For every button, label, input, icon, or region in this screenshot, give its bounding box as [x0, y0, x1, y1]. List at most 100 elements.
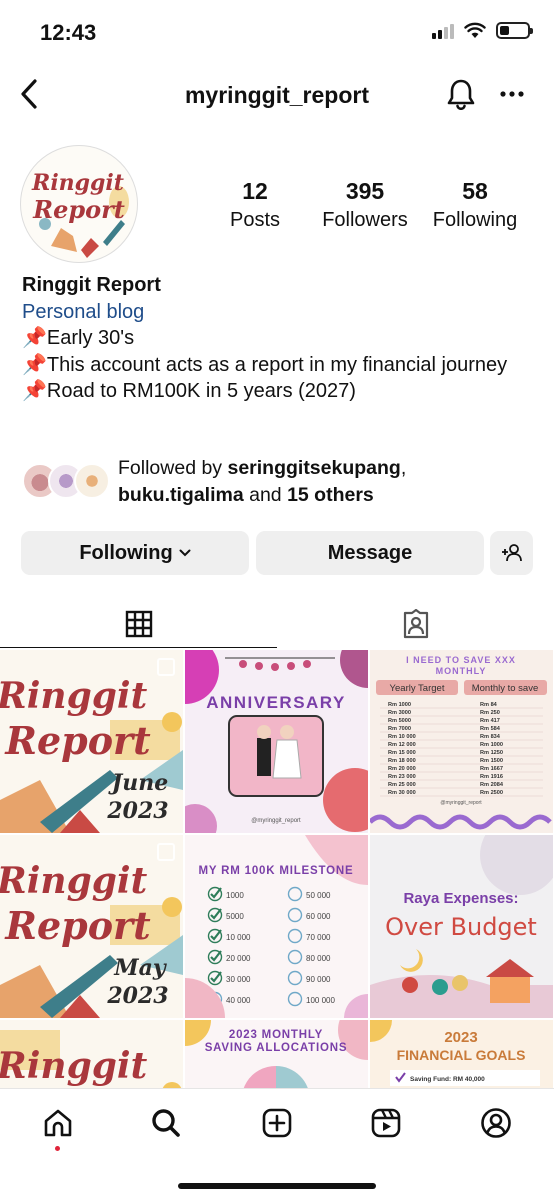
tagged-person-icon [403, 609, 428, 639]
post-thumbnail[interactable]: I NEED TO SAVE XXX MONTHLY Yearly Target… [370, 650, 553, 833]
table-cell: Rm 417 [480, 718, 500, 724]
followers-stat[interactable]: 395 Followers [310, 178, 420, 232]
checkmark-icon [210, 887, 222, 899]
post-thumbnail[interactable]: Ringgit Report June 2023 [0, 650, 183, 833]
checkbox-icon [287, 970, 303, 986]
nav-reels[interactable] [366, 1103, 406, 1143]
post-text: MONTHLY [436, 666, 487, 676]
post-graphic: ANNIVERSARY @myringgit_report [185, 650, 368, 833]
profile-actions: Following Message [21, 531, 533, 575]
tab-tagged[interactable] [277, 600, 554, 648]
checkmark-icon [210, 908, 222, 920]
table-cell: Rm 250 [480, 710, 500, 716]
message-button[interactable]: Message [256, 531, 484, 575]
post-thumbnail[interactable]: MY RM 100K MILESTONE 1000 5000 10 000 20 00… [185, 835, 368, 1018]
profile-icon [481, 1108, 511, 1138]
milestone-value: 80 000 [306, 954, 331, 963]
nav-home[interactable] [38, 1103, 78, 1143]
checkmark-icon [210, 929, 222, 941]
post-text: Ringgit [0, 1045, 148, 1087]
post-text: SAVING ALLOCATIONS [205, 1042, 348, 1054]
add-person-icon [501, 544, 522, 562]
milestone-value: 90 000 [306, 975, 331, 984]
post-thumbnail[interactable]: Ringgit Report May 2023 [0, 835, 183, 1018]
table-cell: Rm 2084 [480, 782, 504, 788]
checkbox-icon [287, 991, 303, 1007]
followed-by-and: and [243, 484, 288, 506]
tab-posts-grid[interactable] [0, 600, 277, 648]
followed-by-prefix: Followed by [118, 457, 228, 479]
table-cell: Rm 2500 [480, 790, 503, 796]
profile-avatar[interactable]: Ringgit Report [20, 145, 138, 263]
post-graphic: 2023 FINANCIAL GOALS Saving Fund: RM 40,… [370, 1020, 540, 1086]
table-cell: Rm 23 000 [388, 774, 416, 780]
milestone-value: 20 000 [226, 954, 251, 963]
post-thumbnail[interactable]: 2023 MONTHLY SAVING ALLOCATIONS [185, 1020, 368, 1090]
mutual-user-link[interactable]: buku.tigalima [118, 484, 244, 506]
suggested-users-button[interactable] [490, 531, 533, 575]
checkmark-icon [210, 950, 222, 962]
mutual-avatars [22, 463, 110, 501]
checkmark-icon [210, 971, 222, 983]
nav-profile[interactable] [476, 1103, 516, 1143]
posts-grid: Ringgit Report June 2023 ANNIVERSARY @my… [0, 650, 554, 1090]
following-count: 58 [462, 178, 488, 204]
milestone-value: 70 000 [306, 933, 331, 942]
followed-by[interactable]: Followed by seringgitsekupang, buku.tiga… [22, 455, 532, 511]
carousel-icon [157, 843, 175, 861]
following-button[interactable]: Following [21, 531, 249, 575]
post-text: Raya Expenses: [403, 890, 518, 907]
post-text: I NEED TO SAVE XXX [406, 655, 516, 665]
more-horizontal-icon [500, 91, 524, 97]
status-bar: 12:43 [0, 0, 554, 62]
table-cell: Rm 20 000 [388, 766, 416, 772]
nav-create[interactable] [257, 1103, 297, 1143]
post-text: FINANCIAL GOALS [397, 1047, 526, 1063]
cellular-signal-icon [432, 23, 454, 39]
table-cell: Rm 30 000 [388, 790, 416, 796]
home-indicator[interactable] [178, 1183, 376, 1189]
status-icons [432, 22, 533, 39]
milestone-value: 50 000 [306, 891, 331, 900]
mutual-avatar [74, 463, 110, 499]
nav-search[interactable] [146, 1103, 186, 1143]
post-text: Over Budget [385, 913, 537, 941]
checkbox-icon [287, 949, 303, 965]
posts-stat[interactable]: 12 Posts [200, 178, 310, 232]
checkbox-icon [287, 907, 303, 923]
post-text: Monthly to save [472, 683, 539, 694]
post-graphic: MY RM 100K MILESTONE 1000 5000 10 000 20 00… [185, 835, 368, 1018]
following-button-label: Following [79, 541, 173, 564]
mutual-user-link[interactable]: seringgitsekupang [227, 457, 400, 479]
others-link[interactable]: 15 others [287, 484, 374, 506]
post-thumbnail[interactable]: Raya Expenses: Over Budget [370, 835, 553, 1018]
post-thumbnail[interactable]: ANNIVERSARY @myringgit_report [185, 650, 368, 833]
milestone-value: 10 000 [226, 933, 251, 942]
checkbox-icon [287, 928, 303, 944]
table-cell: Rm 12 000 [388, 742, 416, 748]
reels-icon [371, 1108, 401, 1138]
post-thumbnail[interactable]: 2023 FINANCIAL GOALS Saving Fund: RM 40,… [370, 1020, 553, 1090]
post-text: Yearly Target [390, 683, 445, 694]
milestone-value: 30 000 [226, 975, 251, 984]
notifications-button[interactable] [444, 76, 478, 112]
post-thumbnail[interactable]: Ringgit [0, 1020, 183, 1090]
checkbox-icon [287, 886, 303, 902]
post-text: MY RM 100K MILESTONE [199, 865, 354, 877]
bio-line: 📌This account acts as a report in my fin… [22, 353, 508, 376]
bio-line: 📌Early 30's [22, 327, 135, 349]
following-stat[interactable]: 58 Following [420, 178, 530, 232]
post-text: Saving Fund: RM 40,000 [410, 1076, 485, 1083]
table-cell: Rm 1000 [388, 702, 411, 708]
table-cell: Rm 1250 [480, 750, 503, 756]
status-time: 12:43 [40, 20, 97, 45]
profile-category[interactable]: Personal blog [22, 299, 532, 326]
post-text: Report [4, 903, 151, 948]
table-cell: Rm 18 000 [388, 758, 416, 764]
milestone-value: 40 000 [226, 996, 251, 1005]
more-options-button[interactable] [496, 76, 528, 112]
carousel-icon [157, 658, 175, 676]
chevron-down-icon [179, 549, 191, 557]
wifi-icon [464, 22, 486, 38]
table-cell: Rm 25 000 [388, 782, 416, 788]
